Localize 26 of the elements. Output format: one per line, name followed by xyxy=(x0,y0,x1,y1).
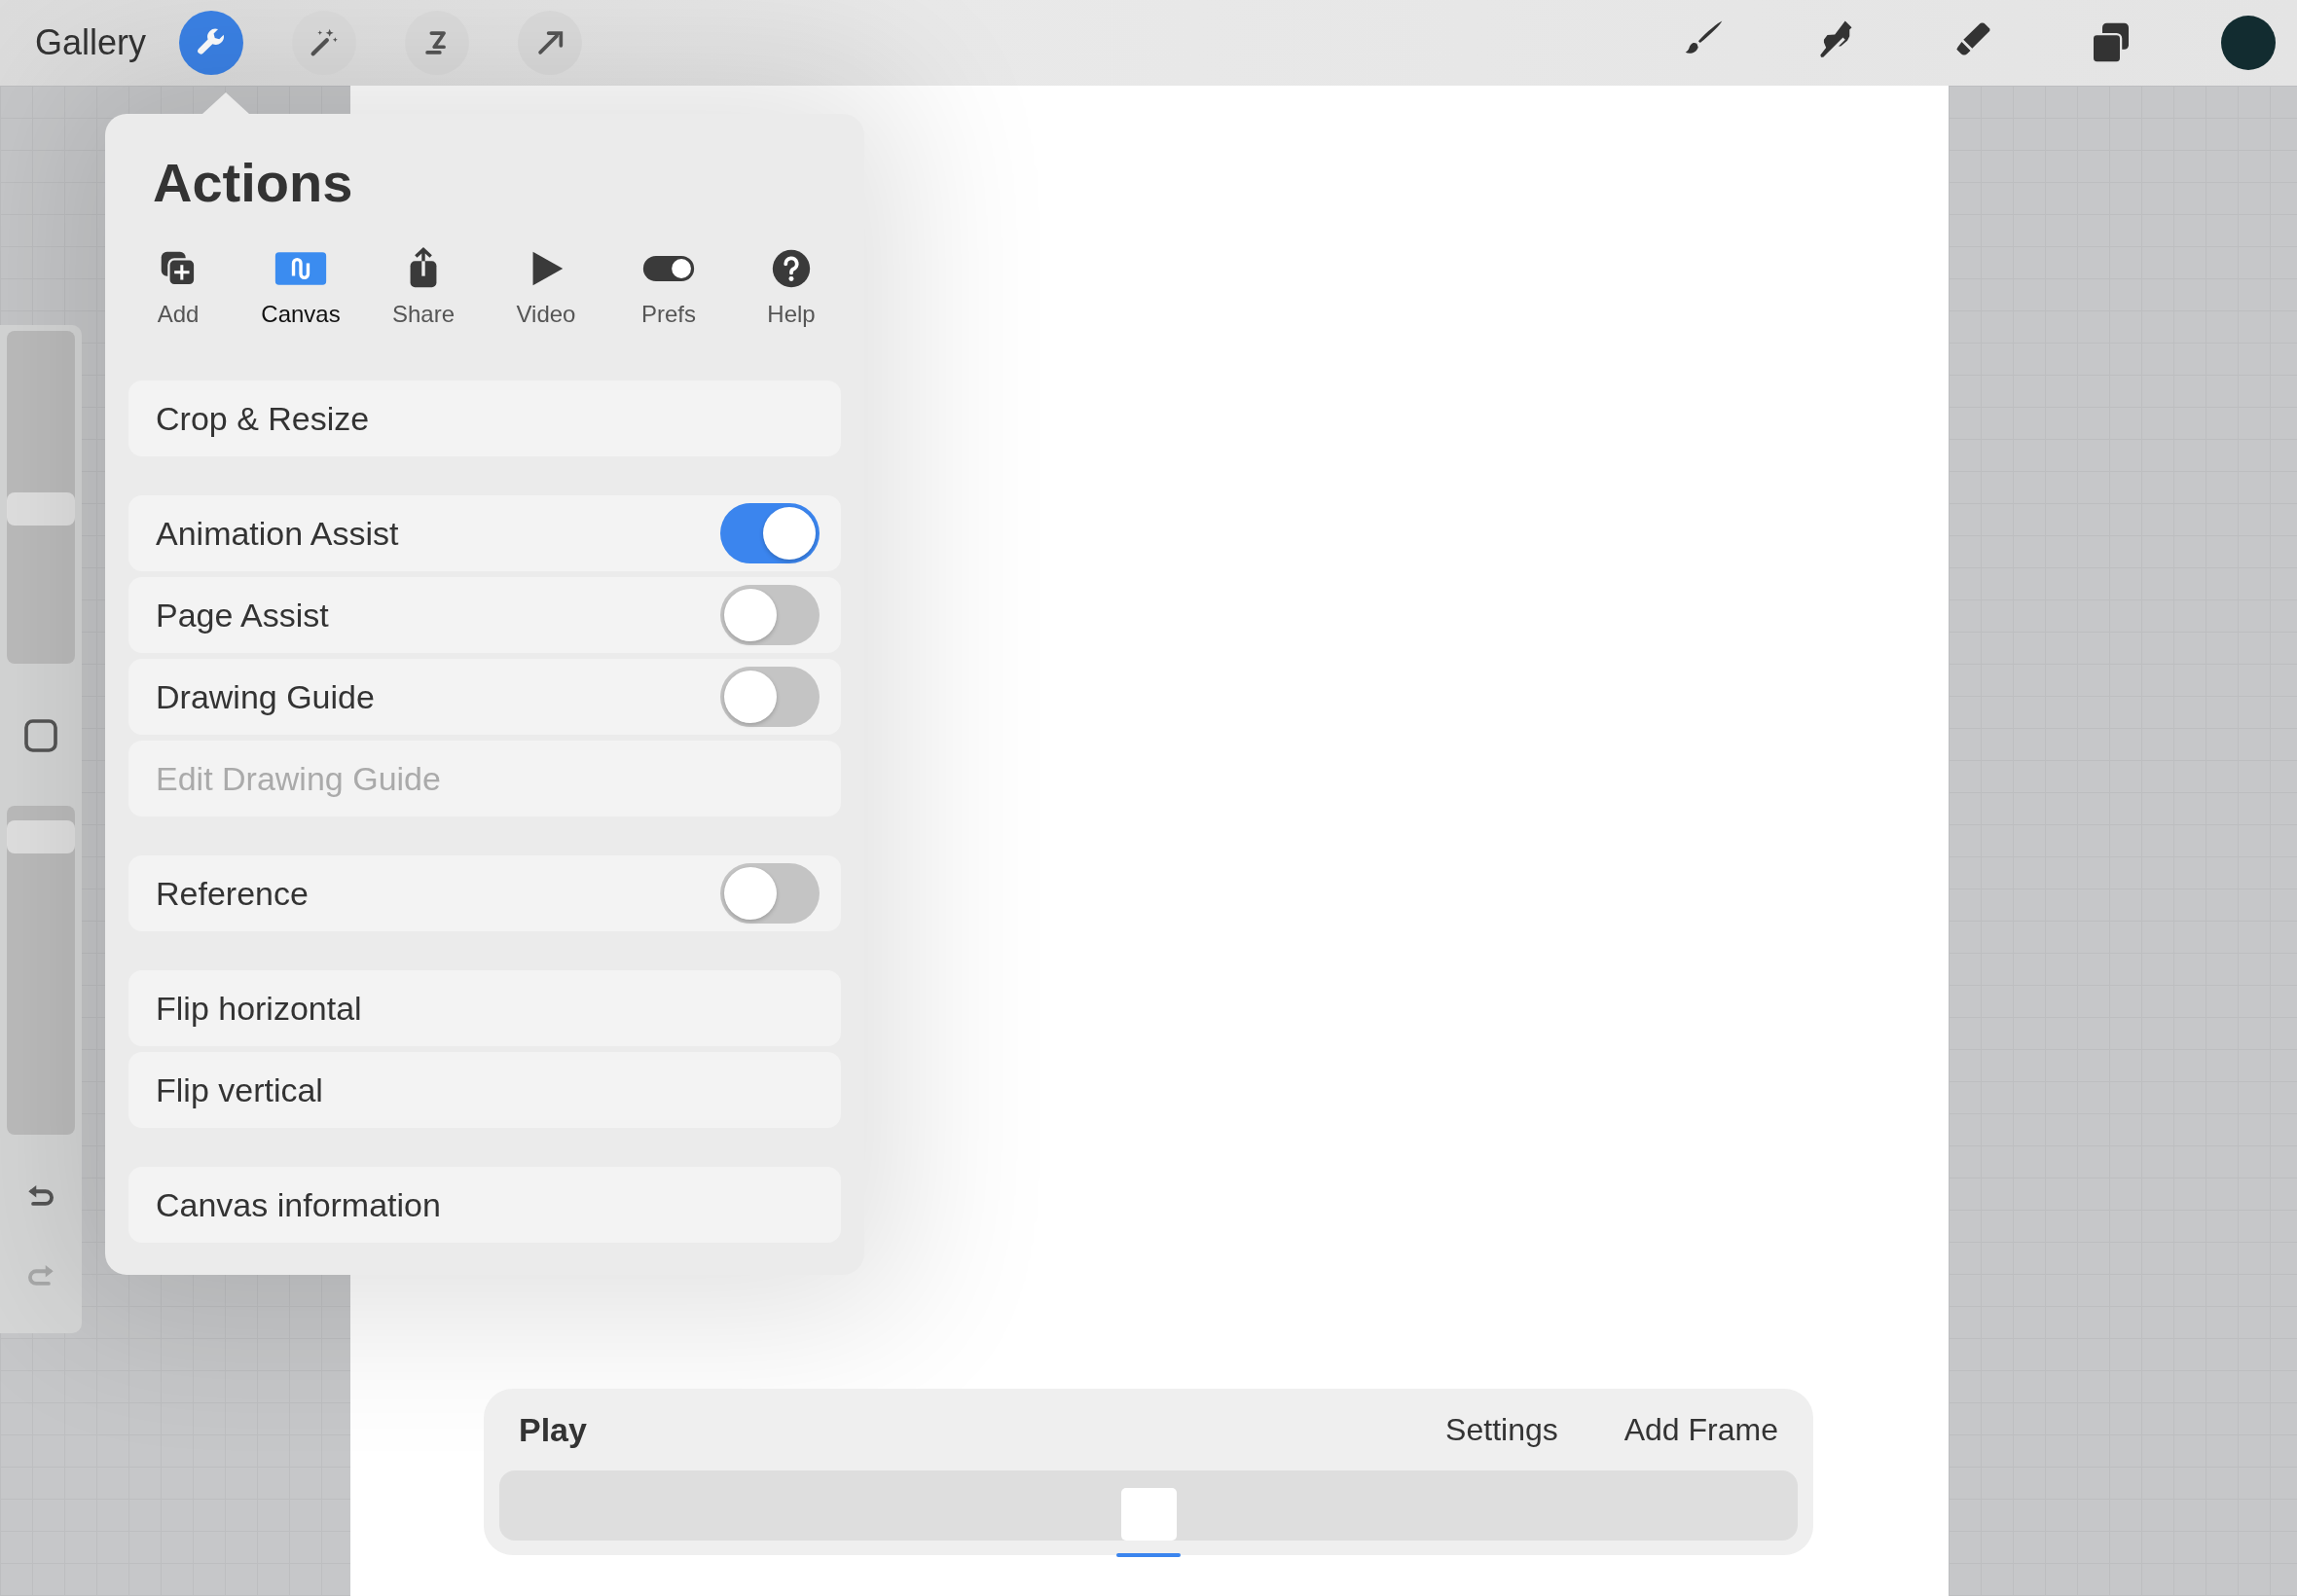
actions-tab[interactable]: Help xyxy=(730,246,853,328)
popover-title: Actions xyxy=(153,151,354,215)
play-button[interactable]: Play xyxy=(519,1410,587,1449)
menu-item[interactable]: Flip horizontal xyxy=(128,970,841,1046)
settings-button[interactable]: Settings xyxy=(1445,1411,1558,1448)
setting-label: Animation Assist xyxy=(156,514,400,553)
menu-item[interactable]: Canvas information xyxy=(128,1167,841,1243)
actions-tab[interactable]: Video xyxy=(485,246,607,328)
menu-item[interactable]: Flip vertical xyxy=(128,1052,841,1128)
brush-size-slider[interactable] xyxy=(7,331,75,664)
setting-label: Drawing Guide xyxy=(156,677,376,716)
add-frame-button[interactable]: Add Frame xyxy=(1623,1411,1778,1448)
gallery-button[interactable]: Gallery xyxy=(35,22,147,63)
opacity-slider[interactable] xyxy=(7,806,75,1135)
slider-thumb[interactable] xyxy=(7,492,75,526)
setting-label: Page Assist xyxy=(156,596,330,635)
modify-square-icon[interactable] xyxy=(21,716,60,755)
actions-tab[interactable]: Canvas xyxy=(239,246,362,328)
color-swatch[interactable] xyxy=(2221,16,2276,70)
slider-thumb[interactable] xyxy=(7,820,75,854)
actions-tab[interactable]: Prefs xyxy=(607,246,730,328)
menu-item[interactable]: Crop & Resize xyxy=(128,381,841,456)
actions-tab[interactable]: Share xyxy=(362,246,485,328)
actions-tab[interactable]: Add xyxy=(117,246,239,328)
setting-label: Reference xyxy=(156,874,310,913)
frame-thumbnail[interactable] xyxy=(1120,1487,1177,1541)
